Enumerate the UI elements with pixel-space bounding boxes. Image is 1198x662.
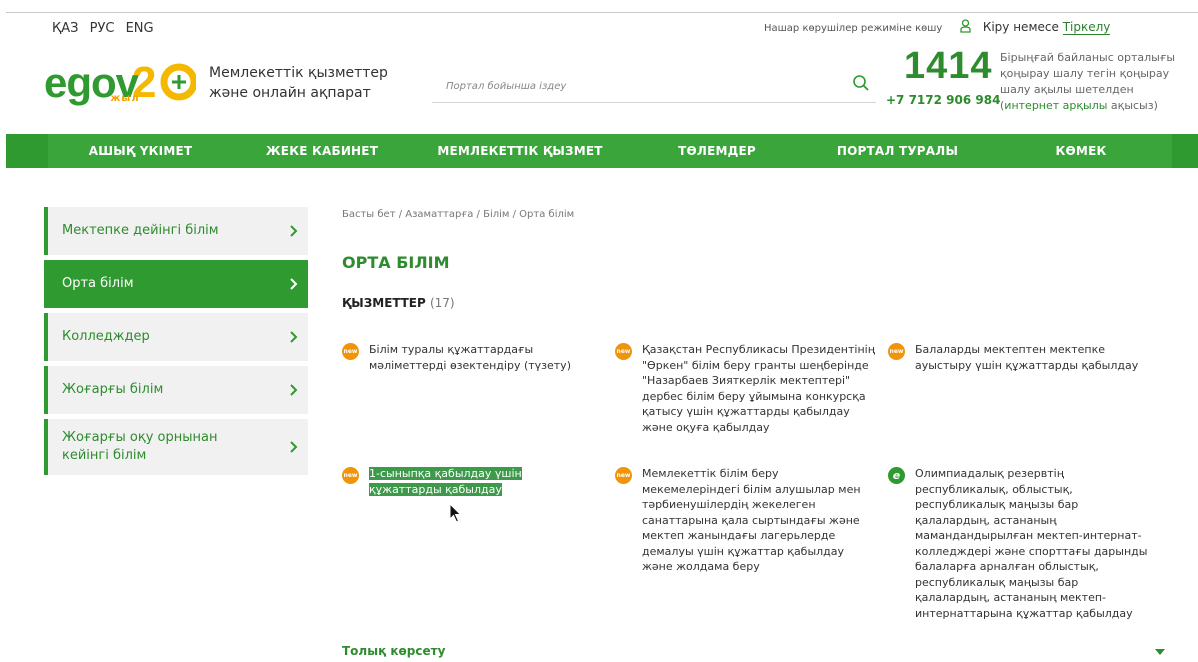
chevron-right-icon bbox=[290, 441, 298, 453]
show-more-link[interactable]: Толық көрсету bbox=[342, 644, 445, 658]
service-item[interactable]: new 1-сыныпқа қабылдау үшін құжаттарды қ… bbox=[342, 466, 595, 497]
sidebar-item-higher[interactable]: Жоғарғы білім bbox=[44, 366, 308, 414]
service-item[interactable]: new Мемлекеттік білім беру мекемелерінде… bbox=[615, 466, 878, 575]
contact-info-end: ақысыз) bbox=[1107, 99, 1158, 112]
user-icon bbox=[960, 19, 971, 33]
service-item[interactable]: new Қазақстан Республикасы Президентінің… bbox=[615, 342, 878, 435]
chevron-right-icon bbox=[290, 331, 298, 343]
chevron-right-icon bbox=[290, 384, 298, 396]
sidebar-item-label: Жоғарғы оқу орнынан кейінгі білім bbox=[62, 430, 218, 463]
site-tagline: Мемлекеттік қызметтер және онлайн ақпара… bbox=[209, 65, 388, 101]
lang-eng[interactable]: ENG bbox=[126, 21, 154, 36]
new-badge-icon: new bbox=[342, 343, 359, 360]
new-badge-icon: new bbox=[888, 343, 905, 360]
contact-center-info: Бірыңғай байланыс орталығы қоңырау шалу … bbox=[1000, 50, 1180, 114]
service-link[interactable]: Мемлекеттік білім беру мекемелеріндегі б… bbox=[642, 467, 861, 573]
services-heading: ҚЫЗМЕТТЕР (17) bbox=[342, 296, 455, 310]
mouse-cursor-icon bbox=[449, 503, 462, 523]
search-box bbox=[432, 69, 876, 103]
phone-short-number[interactable]: 1414 bbox=[904, 45, 993, 88]
service-link[interactable]: Білім туралы құжаттардағы мәліметтерді ө… bbox=[369, 343, 571, 372]
language-switcher: ҚАЗ РУС ENG bbox=[52, 21, 161, 36]
sidebar-item-postgraduate[interactable]: Жоғарғы оқу орнынан кейінгі білім bbox=[44, 419, 308, 475]
nav-open-government[interactable]: АШЫҚ ҮКІМЕТ bbox=[48, 134, 233, 168]
search-icon[interactable] bbox=[852, 74, 870, 92]
page-title: ОРТА БІЛІМ bbox=[342, 253, 450, 272]
sidebar-item-secondary[interactable]: Орта білім bbox=[44, 260, 308, 308]
sidebar-item-label: Мектепке дейінгі білім bbox=[62, 223, 219, 238]
nav-services-registry[interactable]: МЕМЛЕКЕТТІК ҚЫЗМЕТ РЕЕСТРІ bbox=[411, 134, 629, 192]
new-badge-icon: new bbox=[342, 467, 359, 484]
services-label: ҚЫЗМЕТТЕР bbox=[342, 296, 426, 310]
new-badge-icon: new bbox=[615, 467, 632, 484]
phone-long-number[interactable]: +7 7172 906 984 bbox=[886, 93, 1000, 107]
service-link[interactable]: Қазақстан Республикасы Президентінің "Өр… bbox=[642, 343, 875, 434]
e-badge-icon: e bbox=[888, 467, 905, 484]
service-link-selected[interactable]: 1-сыныпқа қабылдау үшін құжаттарды қабыл… bbox=[369, 467, 522, 496]
sidebar-item-label: Жоғарғы білім bbox=[62, 382, 164, 397]
lang-rus[interactable]: РУС bbox=[90, 21, 115, 36]
service-item[interactable]: new Балаларды мектептен мектепке ауыстыр… bbox=[888, 342, 1151, 373]
search-input[interactable] bbox=[446, 75, 826, 97]
site-header: egov 2 жыл Мемлекеттік қызметтер және он… bbox=[6, 45, 1198, 134]
service-link[interactable]: Балаларды мектептен мектепке ауыстыру үш… bbox=[915, 343, 1138, 372]
chevron-right-icon bbox=[290, 225, 298, 237]
top-bar: ҚАЗ РУС ENG Нашар көрушілер режиміне көш… bbox=[6, 13, 1198, 45]
login-area: Кіру немесе Тіркелу bbox=[960, 19, 1111, 35]
login-link[interactable]: Кіру немесе bbox=[983, 20, 1063, 34]
register-link[interactable]: Тіркелу bbox=[1062, 20, 1111, 35]
sidebar-item-label: Орта білім bbox=[62, 276, 134, 291]
logo-subtitle: жыл bbox=[110, 93, 140, 104]
services-count: (17) bbox=[429, 296, 455, 310]
nav-about-portal[interactable]: ПОРТАЛ ТУРАЛЫ bbox=[805, 134, 990, 168]
sidebar-item-colleges[interactable]: Колледждер bbox=[44, 313, 308, 361]
sidebar-item-preschool[interactable]: Мектепке дейінгі білім bbox=[44, 207, 308, 255]
new-badge-icon: new bbox=[615, 343, 632, 360]
service-item[interactable]: e Олимпиадалық резервтің республикалық, … bbox=[888, 466, 1153, 621]
nav-personal-cabinet[interactable]: ЖЕКЕ КАБИНЕТ bbox=[233, 134, 411, 168]
sidebar-item-label: Колледждер bbox=[62, 329, 150, 344]
breadcrumb[interactable]: Басты бет / Азаматтарға / Білім / Орта б… bbox=[342, 209, 574, 220]
service-item[interactable]: new Білім туралы құжаттардағы мәліметтер… bbox=[342, 342, 605, 373]
service-link[interactable]: Олимпиадалық резервтің республикалық, об… bbox=[915, 467, 1147, 620]
nav-help[interactable]: КӨМЕК bbox=[990, 134, 1172, 168]
main-nav: АШЫҚ ҮКІМЕТ ЖЕКЕ КАБИНЕТ МЕМЛЕКЕТТІК ҚЫЗ… bbox=[6, 134, 1198, 192]
education-sidebar: Мектепке дейінгі білім Орта білім Коллед… bbox=[44, 207, 308, 480]
internet-call-link[interactable]: интернет арқылы bbox=[1004, 99, 1107, 112]
vision-mode-link[interactable]: Нашар көрушілер режиміне көшу bbox=[764, 23, 942, 34]
chevron-down-icon[interactable] bbox=[1155, 649, 1165, 655]
chevron-right-icon bbox=[290, 278, 298, 290]
nav-payments[interactable]: ТӨЛЕМДЕР bbox=[629, 134, 805, 168]
lang-kaz[interactable]: ҚАЗ bbox=[52, 21, 78, 36]
